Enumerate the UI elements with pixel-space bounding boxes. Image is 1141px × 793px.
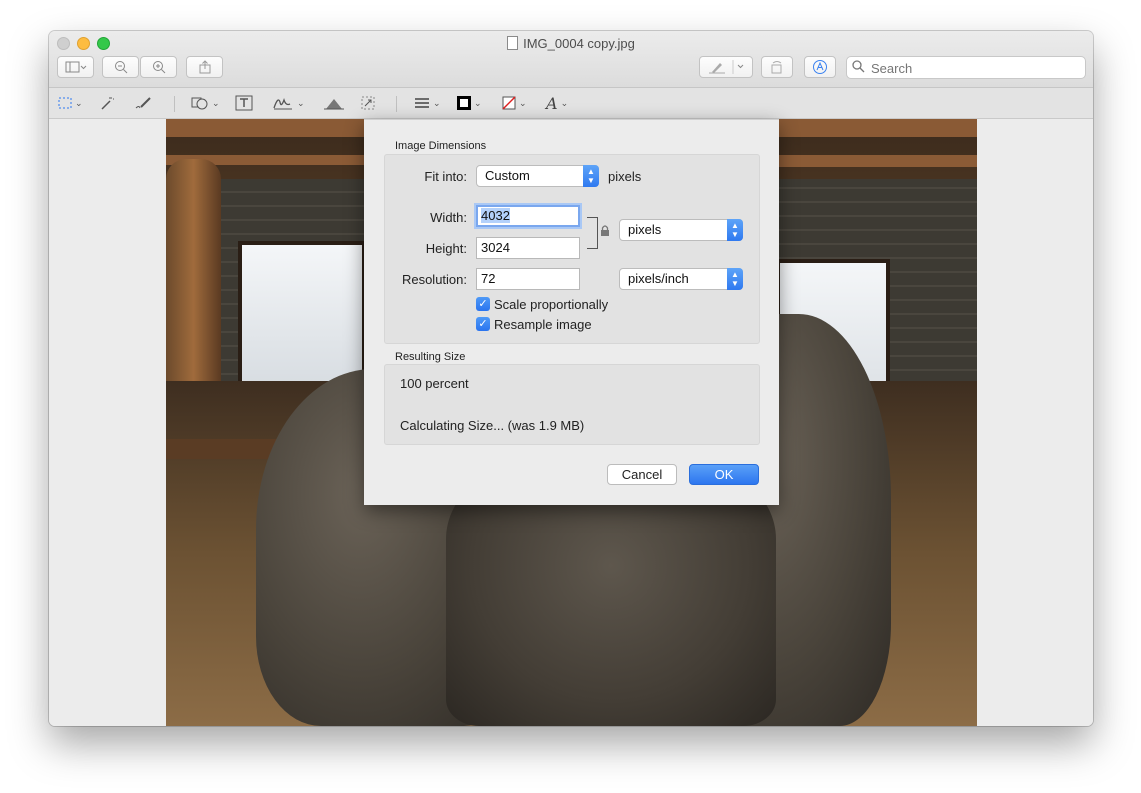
width-value: 4032	[481, 208, 510, 223]
search-field[interactable]	[846, 56, 1086, 79]
chevron-down-icon: ⌄	[297, 97, 305, 108]
markup-toolbar: ⌄ ⌄ ⌄ ⌄ ⌄ ⌄ A ⌄	[49, 88, 1093, 119]
resolution-label: Resolution:	[401, 272, 467, 287]
rectangular-selection-icon	[58, 97, 72, 109]
border-color-icon	[457, 96, 471, 110]
chevron-down-icon: ⌄	[474, 97, 482, 108]
shapes-icon	[191, 97, 208, 110]
zoom-out-icon	[114, 61, 127, 74]
instant-alpha-tool[interactable]	[99, 94, 115, 112]
fit-into-unit: pixels	[608, 169, 642, 184]
adjust-color-tool[interactable]	[324, 94, 344, 112]
text-tool[interactable]	[235, 94, 253, 112]
line-style-icon	[415, 98, 429, 108]
text-box-icon	[235, 95, 253, 111]
adjust-size-dialog: Image Dimensions Fit into: Custom ▲ ▼ pix…	[364, 119, 779, 505]
ok-button[interactable]: OK	[689, 464, 759, 485]
resolution-field[interactable]: 72	[476, 268, 580, 290]
markup-icon	[813, 60, 827, 74]
resample-image-checkbox[interactable]: ✓	[476, 317, 490, 331]
pen-icon	[709, 60, 744, 74]
percent-text: 100 percent	[400, 376, 469, 391]
fill-color-tool[interactable]: ⌄	[502, 94, 527, 112]
shape-style-tool[interactable]: ⌄	[414, 94, 441, 112]
document-icon	[507, 36, 519, 50]
chevron-down-icon: ⌄	[519, 97, 527, 108]
resolution-value: 72	[481, 271, 496, 286]
resolution-unit-value: pixels/inch	[628, 271, 689, 286]
image-dimensions-label: Image Dimensions	[395, 140, 487, 152]
resulting-size-label: Resulting Size	[395, 351, 466, 363]
lock-icon	[601, 225, 609, 236]
title-bar: IMG_0004 copy.jpg	[49, 31, 1093, 88]
cancel-button[interactable]: Cancel	[607, 464, 677, 485]
proportion-bracket	[587, 217, 598, 249]
popup-arrows-icon: ▲ ▼	[727, 219, 743, 241]
size-unit-popup[interactable]: pixels ▲ ▼	[619, 219, 743, 241]
search-icon	[852, 60, 865, 76]
zoom-in-icon	[152, 61, 165, 74]
adjust-size-tool[interactable]	[360, 94, 376, 112]
fit-into-label: Fit into:	[424, 169, 467, 184]
markup-toolbar-button[interactable]	[804, 56, 836, 78]
width-label: Width:	[430, 210, 467, 225]
share-button[interactable]	[186, 56, 223, 78]
adjust-color-icon	[324, 99, 344, 110]
markup-pen-button[interactable]	[699, 56, 753, 78]
sketch-tool[interactable]	[135, 94, 153, 112]
text-style-tool[interactable]: A ⌄	[546, 93, 569, 113]
border-color-tool[interactable]: ⌄	[457, 94, 482, 112]
fit-into-popup[interactable]: Custom ▲ ▼	[476, 165, 599, 187]
chevron-down-icon: ⌄	[560, 97, 569, 108]
height-field[interactable]: 3024	[476, 237, 580, 259]
text-style-icon: A	[546, 93, 558, 113]
fit-into-value: Custom	[485, 168, 530, 183]
window-title-text: IMG_0004 copy.jpg	[523, 36, 635, 51]
toolbar-separator	[174, 96, 175, 112]
document-area: Image Dimensions Fit into: Custom ▲ ▼ pix…	[49, 119, 1093, 726]
size-unit-value: pixels	[628, 222, 662, 237]
fill-color-icon	[502, 96, 516, 110]
share-icon	[199, 60, 210, 74]
height-value: 3024	[481, 240, 510, 255]
rotate-button[interactable]	[761, 56, 793, 78]
search-input[interactable]	[869, 59, 1083, 78]
width-field[interactable]: 4032	[476, 205, 580, 227]
popup-arrows-icon: ▲ ▼	[583, 165, 599, 187]
zoom-in-button[interactable]	[140, 56, 177, 78]
height-label: Height:	[425, 241, 467, 256]
popup-arrows-icon: ▲ ▼	[727, 268, 743, 290]
sidebar-icon	[65, 61, 86, 73]
preview-window: IMG_0004 copy.jpg Search ⌄ ⌄ ⌄ ⌄ ⌄ ⌄ A ⌄…	[49, 31, 1093, 726]
chevron-down-icon: ⌄	[212, 97, 220, 108]
sidebar-view-button[interactable]	[57, 56, 94, 78]
resize-icon	[361, 96, 375, 110]
shapes-tool[interactable]: ⌄	[191, 94, 220, 112]
scale-proportionally-label: Scale proportionally	[494, 297, 609, 312]
sign-tool[interactable]: ⌄	[272, 94, 305, 112]
signature-icon	[273, 98, 292, 110]
rotate-icon	[771, 61, 782, 74]
zoom-out-button[interactable]	[102, 56, 139, 78]
selection-tool[interactable]: ⌄	[58, 94, 83, 112]
scale-proportionally-checkbox[interactable]: ✓	[476, 297, 490, 311]
toolbar-separator	[396, 96, 397, 112]
resolution-unit-popup[interactable]: pixels/inch ▲ ▼	[619, 268, 743, 290]
window-title: IMG_0004 copy.jpg	[49, 36, 1093, 51]
magic-wand-icon	[101, 97, 114, 110]
chevron-down-icon: ⌄	[433, 97, 441, 108]
size-text: Calculating Size... (was 1.9 MB)	[400, 418, 585, 433]
resample-image-label: Resample image	[494, 317, 592, 332]
chevron-down-icon: ⌄	[75, 97, 83, 108]
sketch-pen-icon	[135, 97, 151, 109]
